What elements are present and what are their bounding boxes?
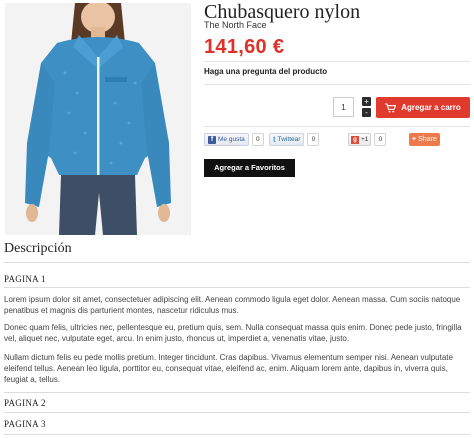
- add-to-cart-label: Agregar a carro: [401, 103, 461, 112]
- description-paragraph: Lorem ipsum dolor sit amet, consectetuer…: [4, 295, 461, 315]
- product-price: 141,60 €: [204, 36, 285, 58]
- google-plus-label: +1: [361, 136, 369, 143]
- add-to-favorites-button[interactable]: Agregar a Favoritos: [204, 159, 295, 177]
- section-tab-pagina-1[interactable]: PAGINA 1: [4, 274, 46, 284]
- share-widget: + Share: [409, 133, 440, 146]
- facebook-like-widget: f Me gusta 0: [204, 133, 264, 146]
- tweet-button[interactable]: t Twittear: [269, 133, 305, 146]
- divider: [4, 434, 470, 435]
- facebook-icon: f: [208, 135, 216, 144]
- google-plus-button[interactable]: g +1: [348, 133, 372, 146]
- facebook-like-button[interactable]: f Me gusta: [204, 133, 249, 146]
- facebook-count: 0: [251, 133, 264, 146]
- divider: [4, 287, 470, 288]
- divider: [204, 61, 470, 62]
- jacket-photo-illustration: [5, 3, 191, 235]
- google-plus-icon: g: [351, 135, 359, 144]
- twitter-count: 0: [307, 133, 320, 146]
- facebook-like-label: Me gusta: [218, 136, 245, 143]
- share-button[interactable]: + Share: [409, 133, 440, 146]
- share-plus-icon: +: [412, 136, 417, 143]
- divider: [4, 412, 470, 413]
- product-brand: The North Face: [204, 20, 267, 30]
- quantity-input[interactable]: [333, 97, 354, 117]
- description-paragraph: Donec quam felis, ultricies nec, pellent…: [4, 323, 462, 343]
- shopping-cart-icon: [385, 102, 397, 113]
- description-paragraph: Nullam dictum felis eu pede mollis preti…: [4, 353, 453, 384]
- divider: [4, 262, 470, 263]
- twitter-widget: t Twittear 0: [269, 133, 320, 146]
- quantity-stepper: + -: [362, 97, 371, 117]
- ask-question-link[interactable]: Haga una pregunta del producto: [204, 67, 327, 76]
- add-to-cart-button[interactable]: Agregar a carro: [376, 97, 470, 118]
- decrement-button[interactable]: -: [362, 108, 371, 117]
- share-label: Share: [418, 136, 437, 143]
- product-image[interactable]: [5, 3, 191, 235]
- divider: [4, 392, 470, 393]
- divider: [204, 126, 470, 127]
- tweet-label: Twittear: [277, 136, 301, 143]
- twitter-icon: t: [273, 135, 276, 144]
- google-plus-count: 0: [374, 133, 387, 146]
- google-plus-widget: g +1 0: [348, 133, 387, 146]
- divider: [204, 84, 470, 85]
- description-heading: Descripción: [4, 241, 72, 256]
- section-tab-pagina-3[interactable]: PAGINA 3: [4, 419, 46, 429]
- section-tab-pagina-2[interactable]: PAGINA 2: [4, 398, 46, 408]
- increment-button[interactable]: +: [362, 97, 371, 106]
